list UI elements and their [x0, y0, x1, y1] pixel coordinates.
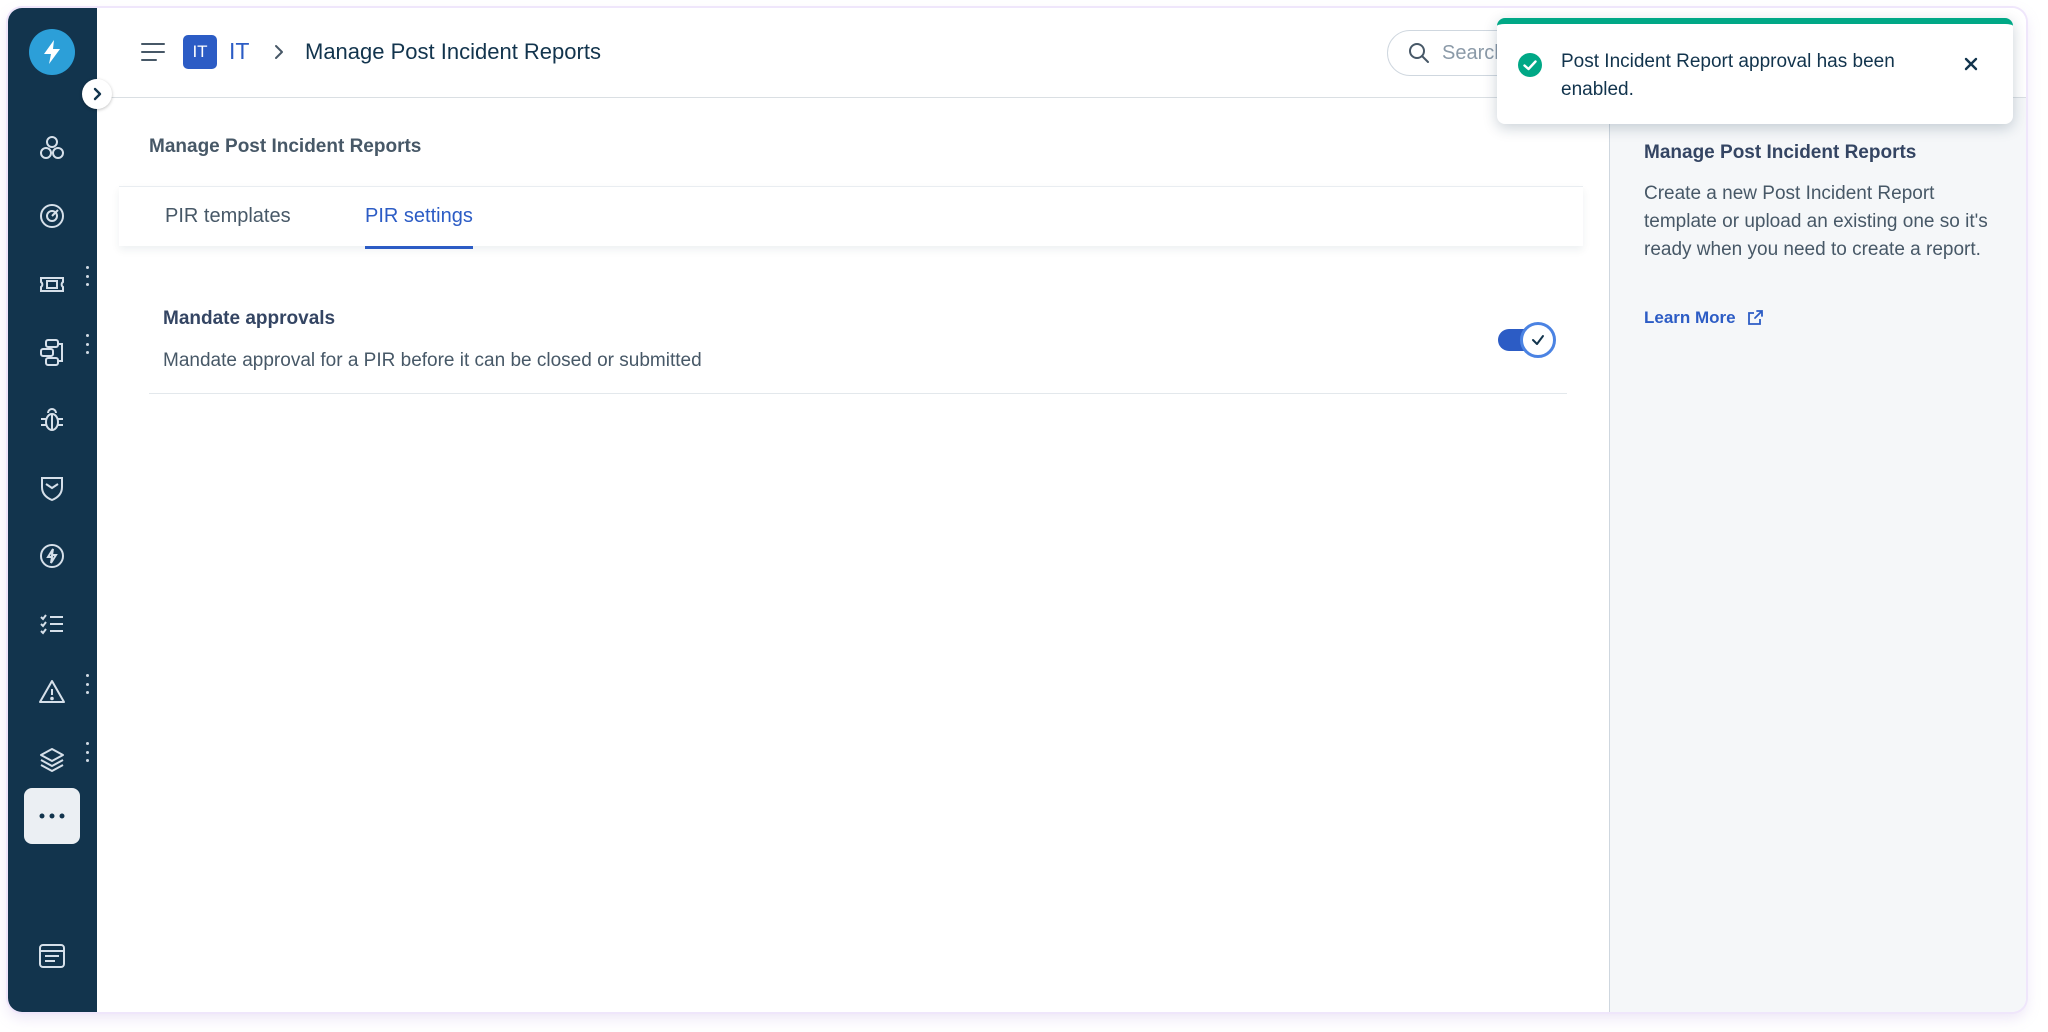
section-title: Manage Post Incident Reports: [149, 136, 422, 157]
bolt-circle-icon[interactable]: [24, 528, 80, 584]
chevron-right-icon: [269, 42, 289, 62]
success-check-icon: [1517, 52, 1543, 78]
tab-pir-settings[interactable]: PIR settings: [365, 205, 473, 249]
learn-more-label: Learn More: [1644, 308, 1736, 327]
workspace-badge: IT: [183, 35, 217, 69]
help-panel: Manage Post Incident Reports Create a ne…: [1609, 98, 2026, 1012]
tab-bar: PIR templates PIR settings: [119, 186, 1583, 249]
setting-description: Mandate approval for a PIR before it can…: [163, 350, 702, 371]
expand-sidebar-button[interactable]: [82, 79, 112, 109]
alert-more-icon[interactable]: [82, 674, 92, 694]
learn-more-link[interactable]: Learn More: [1644, 308, 1764, 328]
app-panel-icon[interactable]: [24, 928, 80, 984]
menu-icon[interactable]: [141, 42, 165, 62]
admin-cluster-icon[interactable]: [24, 120, 80, 176]
mandate-approvals-toggle[interactable]: [1498, 322, 1556, 358]
workflow-more-icon[interactable]: [82, 334, 92, 354]
checklist-icon[interactable]: [24, 596, 80, 652]
app-window: IT IT Manage Post Incident Reports Manag…: [8, 8, 2026, 1012]
alert-triangle-icon[interactable]: [24, 664, 80, 720]
more-icon[interactable]: [24, 788, 80, 844]
close-icon[interactable]: [1957, 50, 1985, 78]
help-title: Manage Post Incident Reports: [1644, 142, 1917, 163]
ticket-icon[interactable]: [24, 256, 80, 312]
search-icon: [1409, 43, 1429, 63]
dashboard-gauge-icon[interactable]: [24, 188, 80, 244]
sidebar: [8, 8, 112, 1012]
tab-pir-templates[interactable]: PIR templates: [165, 205, 291, 246]
breadcrumb-page-title: Manage Post Incident Reports: [305, 39, 601, 64]
mandate-approvals-setting: Mandate approvals Mandate approval for a…: [149, 298, 1567, 394]
layers-more-icon[interactable]: [82, 742, 92, 762]
toast-message: Post Incident Report approval has been e…: [1561, 51, 1895, 100]
setting-title: Mandate approvals: [163, 308, 336, 329]
layers-icon[interactable]: [24, 732, 80, 788]
success-toast: Post Incident Report approval has been e…: [1497, 18, 2013, 124]
main-content: Manage Post Incident Reports PIR templat…: [97, 98, 1609, 1012]
breadcrumb-workspace-link[interactable]: IT: [229, 38, 249, 65]
shield-icon[interactable]: [24, 460, 80, 516]
external-link-icon: [1747, 310, 1763, 325]
help-body: Create a new Post Incident Report templa…: [1644, 183, 1988, 260]
ticket-more-icon[interactable]: [82, 266, 92, 286]
check-icon: [1520, 322, 1556, 358]
workflow-icon[interactable]: [24, 324, 80, 380]
bug-icon[interactable]: [24, 392, 80, 448]
logo-lightning-icon[interactable]: [29, 29, 75, 75]
